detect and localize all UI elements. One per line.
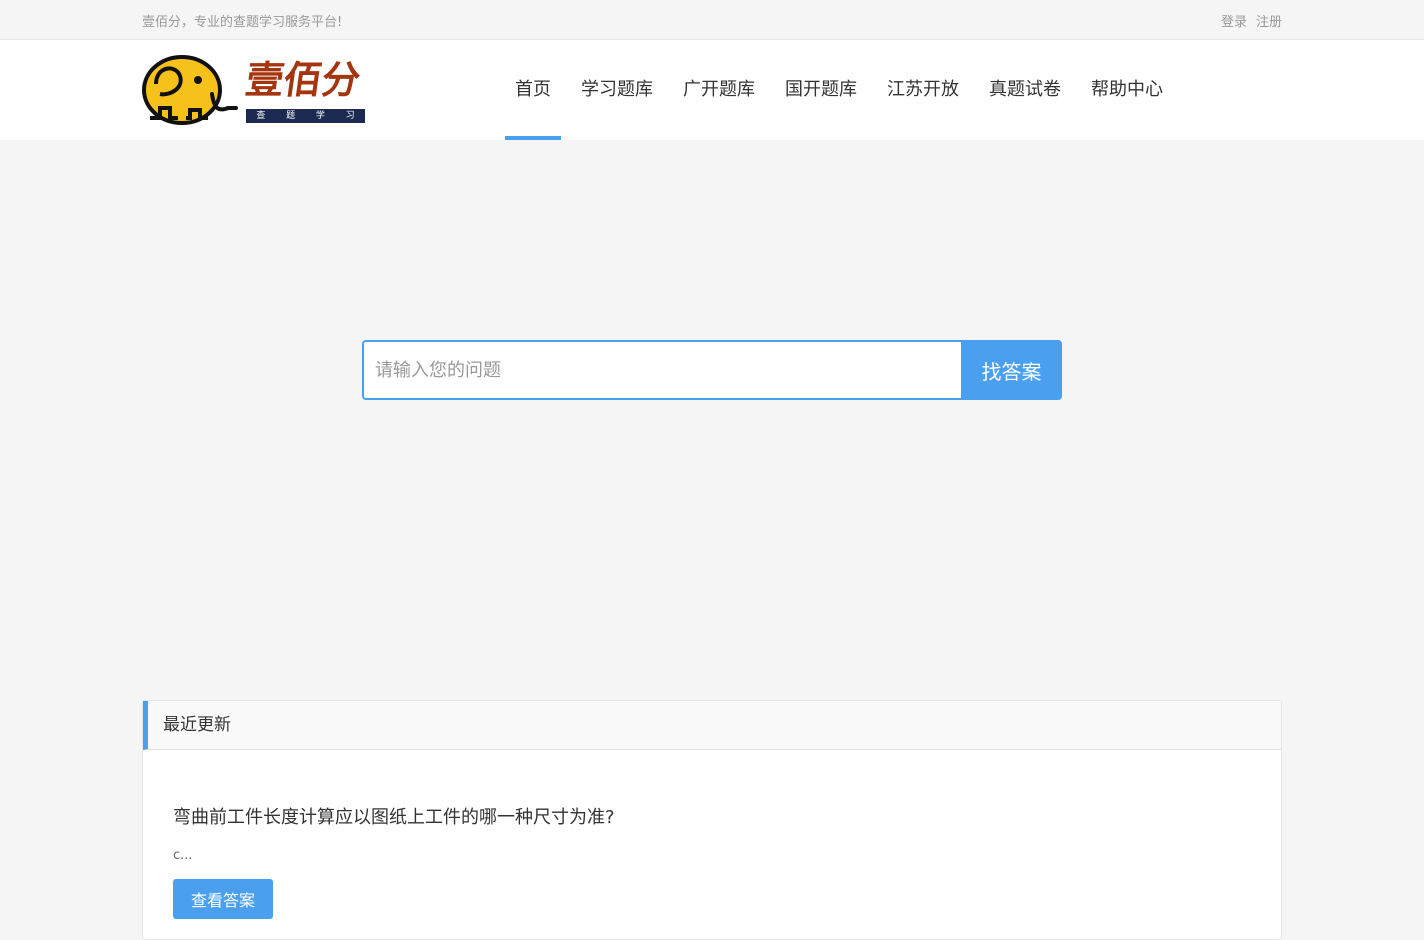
recent-updates-panel: 最近更新 弯曲前工件长度计算应以图纸上工件的哪一种尺寸为准? c... 查看答案 bbox=[142, 700, 1282, 940]
view-answer-button[interactable]: 查看答案 bbox=[173, 879, 273, 919]
site-slogan: 壹佰分，专业的查题学习服务平台! bbox=[142, 15, 343, 30]
logo-wordmark: 壹佰分 bbox=[242, 58, 364, 102]
top-bar: 壹佰分，专业的查题学习服务平台! 登录 注册 bbox=[0, 0, 1424, 40]
nav-item-study-bank[interactable]: 学习题库 bbox=[571, 40, 663, 140]
logo-tagline-char: 查 bbox=[256, 111, 266, 121]
nav-active-indicator bbox=[505, 136, 561, 140]
panel-heading: 最近更新 bbox=[143, 701, 1281, 750]
auth-links: 登录 注册 bbox=[1221, 11, 1282, 30]
login-link[interactable]: 登录 bbox=[1221, 11, 1247, 30]
logo-tagline: 查 题 学 习 bbox=[246, 109, 365, 123]
logo-tagline-char: 题 bbox=[286, 111, 296, 121]
logo-tagline-char: 习 bbox=[345, 111, 355, 121]
nav-item-jiangsu-open[interactable]: 江苏开放 bbox=[877, 40, 969, 140]
find-answer-button[interactable]: 找答案 bbox=[961, 340, 1062, 400]
elephant-logo-icon bbox=[142, 55, 238, 125]
nav-item-label: 真题试卷 bbox=[989, 79, 1061, 100]
nav-item-label: 江苏开放 bbox=[887, 79, 959, 100]
nav-item-help-center[interactable]: 帮助中心 bbox=[1081, 40, 1173, 140]
search-bar: 找答案 bbox=[362, 340, 1062, 400]
site-logo[interactable]: 壹佰分 查 题 学 习 bbox=[142, 54, 366, 126]
search-input[interactable] bbox=[362, 340, 961, 400]
logo-tagline-char: 学 bbox=[315, 111, 325, 121]
nav-item-label: 广开题库 bbox=[683, 79, 755, 100]
nav-item-past-papers[interactable]: 真题试卷 bbox=[979, 40, 1071, 140]
question-title[interactable]: 弯曲前工件长度计算应以图纸上工件的哪一种尺寸为准? bbox=[173, 803, 615, 829]
nav-item-guangkai-bank[interactable]: 广开题库 bbox=[673, 40, 765, 140]
nav-item-label: 学习题库 bbox=[581, 79, 653, 100]
nav-item-label: 首页 bbox=[515, 79, 551, 100]
register-link[interactable]: 注册 bbox=[1256, 11, 1282, 30]
nav-item-home[interactable]: 首页 bbox=[505, 40, 561, 140]
nav-item-label: 国开题库 bbox=[785, 79, 857, 100]
header: 壹佰分 查 题 学 习 首页 学习题库 广开题库 国开题库 江苏开放 真题试卷 … bbox=[0, 40, 1424, 140]
question-excerpt: c... bbox=[173, 848, 193, 863]
main-nav: 首页 学习题库 广开题库 国开题库 江苏开放 真题试卷 帮助中心 bbox=[505, 40, 1183, 140]
nav-item-guokai-bank[interactable]: 国开题库 bbox=[775, 40, 867, 140]
nav-item-label: 帮助中心 bbox=[1091, 79, 1163, 100]
